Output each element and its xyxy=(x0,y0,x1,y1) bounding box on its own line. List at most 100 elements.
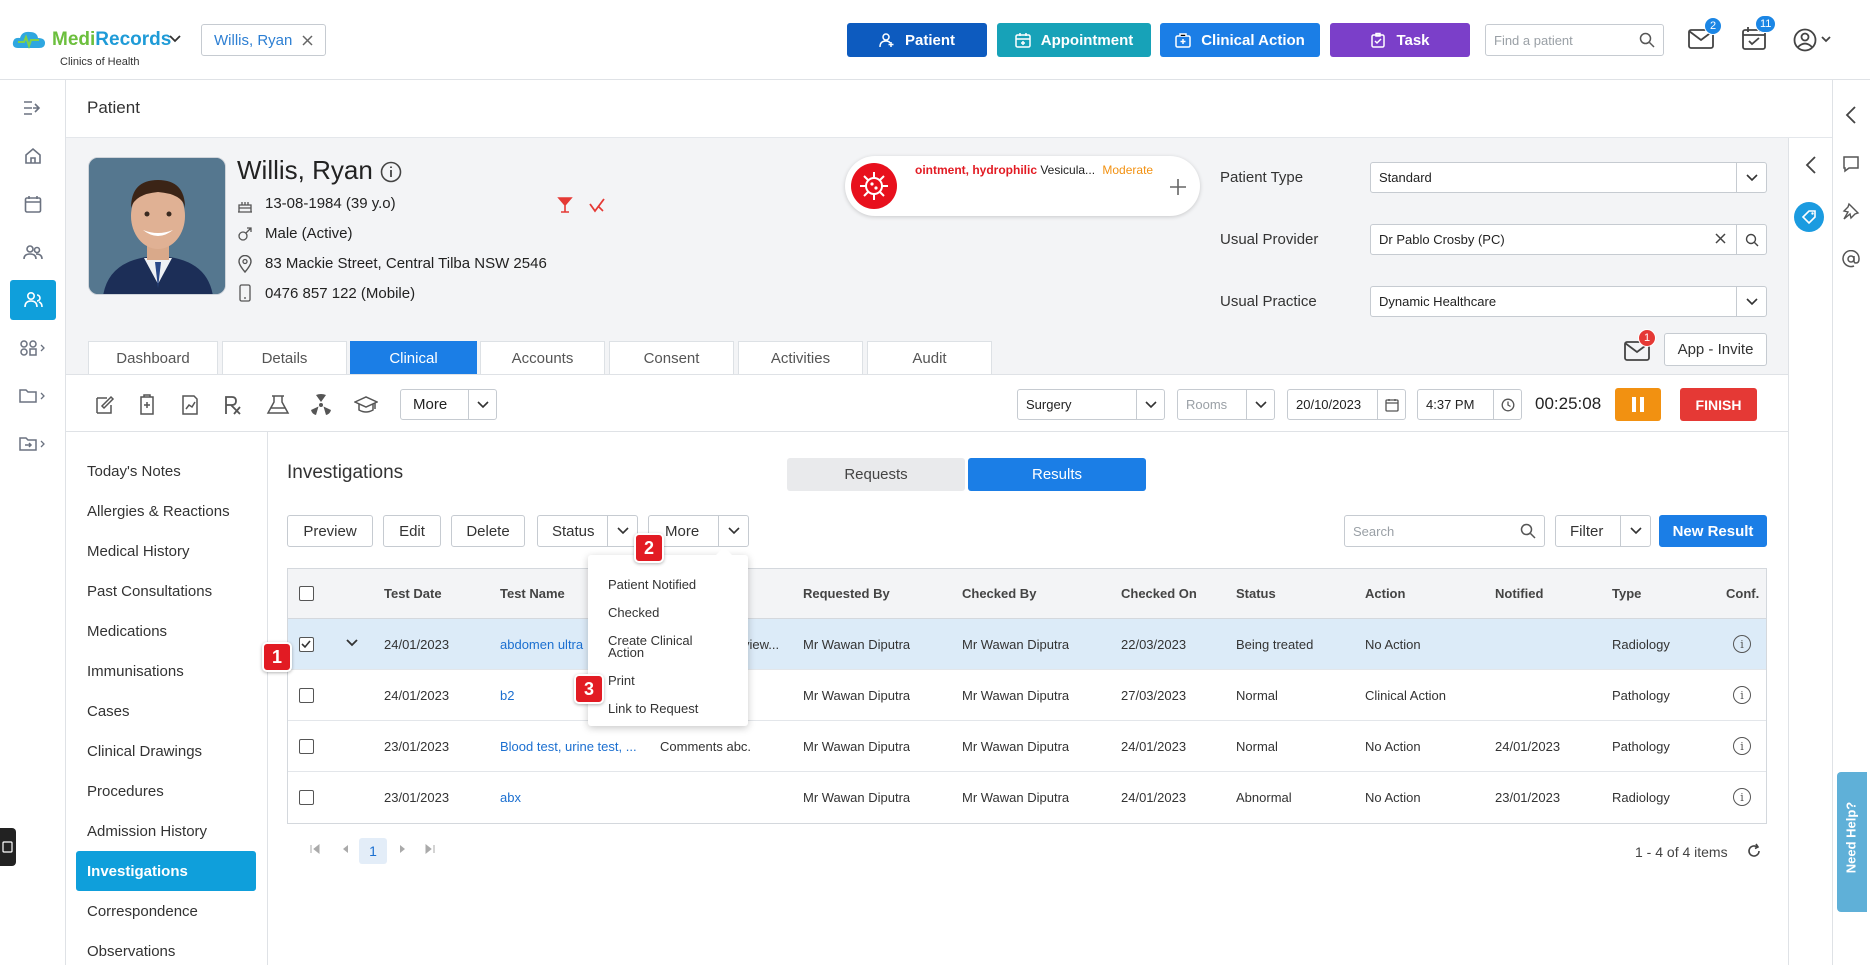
tab-activities[interactable]: Activities xyxy=(738,341,863,374)
allergy-summary[interactable]: ointment, hydrophilic Vesicula... Modera… xyxy=(845,156,1200,216)
chevron-down-icon[interactable] xyxy=(607,516,637,546)
home-icon[interactable] xyxy=(10,136,56,176)
close-icon[interactable] xyxy=(302,34,313,46)
next-page-icon[interactable] xyxy=(398,843,408,855)
refresh-icon[interactable] xyxy=(1746,843,1762,859)
patient-chip[interactable]: Willis, Ryan xyxy=(201,24,327,56)
nav-correspondence[interactable]: Correspondence xyxy=(76,891,256,931)
status-button[interactable]: Status xyxy=(537,515,638,547)
col-checked-by[interactable]: Checked By xyxy=(962,586,1036,601)
info-icon[interactable]: i xyxy=(1733,737,1751,755)
medical-record-icon[interactable] xyxy=(136,394,158,416)
chat-icon[interactable] xyxy=(1842,155,1860,173)
table-row[interactable]: 23/01/2023 Blood test, urine test, ... C… xyxy=(288,721,1766,772)
menu-item-link-to-request[interactable]: Link to Request xyxy=(608,702,698,715)
tab-consent[interactable]: Consent xyxy=(609,341,734,374)
cell-test-name[interactable]: abdomen ultra xyxy=(500,637,590,652)
tab-accounts[interactable]: Accounts xyxy=(480,341,605,374)
chevron-down-icon[interactable] xyxy=(1620,516,1650,546)
mail-icon[interactable]: 2 xyxy=(1688,17,1722,49)
usual-provider-input[interactable]: Dr Pablo Crosby (PC) xyxy=(1370,224,1767,255)
last-page-icon[interactable] xyxy=(424,843,436,855)
find-patient-input[interactable]: Find a patient xyxy=(1485,24,1664,56)
chart-report-icon[interactable] xyxy=(179,394,201,416)
table-row[interactable]: 23/01/2023 abx Mr Wawan Diputra Mr Wawan… xyxy=(288,772,1766,823)
usual-practice-select[interactable]: Dynamic Healthcare xyxy=(1370,286,1767,317)
cell-test-name[interactable]: Blood test, urine test, ... xyxy=(500,739,640,754)
requests-toggle[interactable]: Requests xyxy=(787,458,965,491)
search-icon[interactable] xyxy=(1520,523,1536,539)
tab-details[interactable]: Details xyxy=(222,341,347,374)
nav-medications[interactable]: Medications xyxy=(76,611,256,651)
clear-icon[interactable] xyxy=(1715,233,1726,244)
rooms-select[interactable]: Rooms xyxy=(1177,389,1275,420)
education-cap-icon[interactable] xyxy=(354,394,378,416)
search-icon[interactable] xyxy=(1639,32,1655,48)
pin-icon[interactable] xyxy=(1842,202,1860,220)
folder-icon[interactable] xyxy=(10,376,56,416)
user-avatar-icon[interactable] xyxy=(1793,28,1833,52)
nav-admission-history[interactable]: Admission History xyxy=(76,811,256,851)
nav-todays-notes[interactable]: Today's Notes xyxy=(76,451,256,491)
app-invite-mail-icon[interactable]: 1 xyxy=(1624,329,1656,361)
chevron-down-icon[interactable] xyxy=(1736,287,1766,316)
search-input[interactable]: Search xyxy=(1344,515,1545,547)
chevron-down-icon[interactable] xyxy=(168,34,182,44)
page-number-button[interactable]: 1 xyxy=(359,838,387,864)
row-checkbox[interactable] xyxy=(299,688,314,703)
modules-icon[interactable] xyxy=(10,328,56,368)
col-notified[interactable]: Notified xyxy=(1495,586,1543,601)
info-icon[interactable]: i xyxy=(1733,635,1751,653)
table-row[interactable]: 24/01/2023 b2 Mr Wawan Diputra Mr Wawan … xyxy=(288,670,1766,721)
add-allergy-icon[interactable] xyxy=(1169,178,1187,196)
new-patient-button[interactable]: Patient xyxy=(847,23,987,57)
nav-medical-history[interactable]: Medical History xyxy=(76,531,256,571)
app-invite-button[interactable]: App - Invite xyxy=(1664,333,1767,366)
row-checkbox[interactable] xyxy=(299,637,314,652)
info-icon[interactable]: i xyxy=(1733,788,1751,806)
side-drawer-handle[interactable] xyxy=(0,828,16,866)
row-checkbox[interactable] xyxy=(299,790,314,805)
chevron-left-icon[interactable] xyxy=(1845,106,1857,124)
new-appointment-button[interactable]: Appointment xyxy=(997,23,1151,57)
chevron-down-icon[interactable] xyxy=(718,516,748,546)
prescription-icon[interactable] xyxy=(222,394,244,416)
new-clinical-action-button[interactable]: Clinical Action xyxy=(1160,23,1320,57)
folder-export-icon[interactable] xyxy=(10,424,56,464)
menu-item-patient-notified[interactable]: Patient Notified xyxy=(608,578,696,591)
info-icon[interactable] xyxy=(380,161,402,183)
nav-immunisations[interactable]: Immunisations xyxy=(76,651,256,691)
pause-button[interactable] xyxy=(1615,388,1661,421)
patient-type-select[interactable]: Standard xyxy=(1370,162,1767,193)
calendar-icon[interactable] xyxy=(1377,390,1405,419)
col-type[interactable]: Type xyxy=(1612,586,1641,601)
clock-icon[interactable] xyxy=(1493,390,1521,419)
new-result-button[interactable]: New Result xyxy=(1659,515,1767,547)
toolbar-more-button[interactable]: More xyxy=(400,389,497,420)
preview-button[interactable]: Preview xyxy=(287,515,373,547)
edit-button[interactable]: Edit xyxy=(383,515,441,547)
col-requested-by[interactable]: Requested By xyxy=(803,586,890,601)
calendar-icon[interactable] xyxy=(10,184,56,224)
cell-test-name[interactable]: abx xyxy=(500,790,521,805)
delete-button[interactable]: Delete xyxy=(451,515,525,547)
col-status[interactable]: Status xyxy=(1236,586,1276,601)
chevron-down-icon[interactable] xyxy=(1736,163,1766,192)
chevron-down-icon[interactable] xyxy=(468,390,496,419)
radiation-icon[interactable] xyxy=(310,394,332,416)
first-page-icon[interactable] xyxy=(309,843,321,855)
prev-page-icon[interactable] xyxy=(340,843,350,855)
surgery-select[interactable]: Surgery xyxy=(1017,389,1165,420)
menu-item-checked[interactable]: Checked xyxy=(608,606,659,619)
col-action[interactable]: Action xyxy=(1365,586,1405,601)
col-test-name[interactable]: Test Name xyxy=(500,586,565,601)
expand-row-chevron-icon[interactable] xyxy=(346,639,358,647)
col-test-date[interactable]: Test Date xyxy=(384,586,442,601)
need-help-tab[interactable]: Need Help? xyxy=(1837,772,1867,912)
chevron-left-icon[interactable] xyxy=(1805,156,1817,174)
patients-icon[interactable] xyxy=(10,280,56,320)
info-icon[interactable]: i xyxy=(1733,686,1751,704)
finish-button[interactable]: FINISH xyxy=(1680,388,1757,421)
results-toggle[interactable]: Results xyxy=(968,458,1146,491)
col-conf[interactable]: Conf. xyxy=(1726,586,1759,601)
